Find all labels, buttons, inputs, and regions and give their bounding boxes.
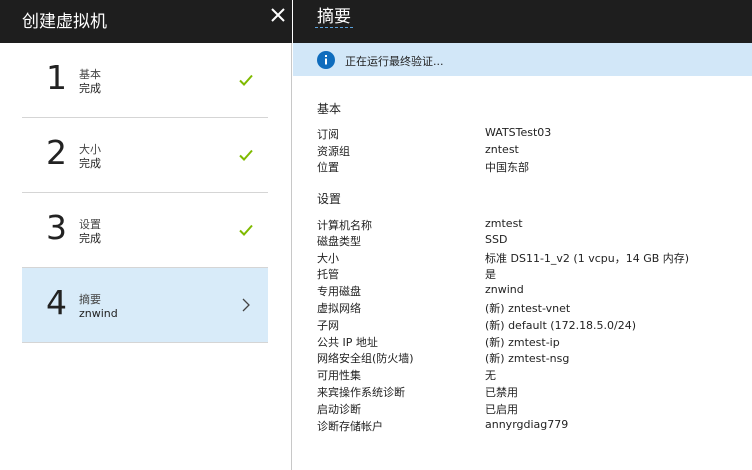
row-key: 子网 [317,319,339,332]
step-title: 设置 [79,218,101,231]
summary-row: 磁盘类型 SSD [317,233,737,249]
step-number: 1 [46,58,67,97]
section-title-basics: 基本 [317,102,342,116]
section-title-settings: 设置 [317,192,342,206]
row-value: 标准 DS11-1_v2 (1 vcpu，14 GB 内存) [485,252,690,265]
summary-row: 位置 中国东部 [317,159,737,175]
check-icon [238,147,254,163]
step-size[interactable]: 2 大小 完成 [22,118,268,193]
step-basics[interactable]: 1 基本 完成 [22,43,268,118]
summary-row: 大小 标准 DS11-1_v2 (1 vcpu，14 GB 内存) [317,250,737,266]
step-title: 基本 [79,68,101,81]
check-icon [238,72,254,88]
create-vm-blade: 创建虚拟机 1 基本 完成 2 大小 完成 3 设置 完成 4 摘要 znwin… [0,0,292,470]
row-key: 诊断存储帐户 [317,420,383,433]
row-key: 虚拟网络 [317,302,361,315]
blade-header: 创建虚拟机 [0,0,292,43]
step-status: 完成 [79,82,101,95]
step-status: 完成 [79,232,101,245]
summary-row: 订阅 WATSTest03 [317,126,737,142]
validation-banner: 正在运行最终验证... [293,43,752,76]
row-value: zntest [485,143,519,156]
banner-text: 正在运行最终验证... [345,55,444,68]
blade-title: 摘要 [315,7,353,28]
summary-row: 托管 是 [317,266,737,282]
row-key: 位置 [317,161,339,174]
row-value: SSD [485,233,508,246]
summary-row: 可用性集 无 [317,367,737,383]
row-value: 中国东部 [485,161,529,174]
row-value: (新) default (172.18.5.0/24) [485,319,637,332]
row-key: 订阅 [317,128,339,141]
row-value: zmtest [485,217,523,230]
row-key: 来宾操作系统诊断 [317,386,405,399]
check-icon [238,222,254,238]
row-value: WATSTest03 [485,126,552,139]
row-key: 公共 IP 地址 [317,336,378,349]
row-key: 磁盘类型 [317,235,361,248]
row-key: 大小 [317,252,339,265]
row-key: 计算机名称 [317,219,372,232]
wizard-steps: 1 基本 完成 2 大小 完成 3 设置 完成 4 摘要 znwind [22,43,268,343]
step-title: 大小 [79,143,101,156]
step-number: 3 [46,208,67,247]
chevron-right-icon [238,297,254,313]
step-title: 摘要 [79,293,101,306]
row-key: 托管 [317,268,339,281]
summary-blade: 摘要 正在运行最终验证... 基本 订阅 WATSTest03 资源组 znte… [293,0,752,470]
summary-row: 网络安全组(防火墙) (新) zmtest-nsg [317,350,737,366]
row-key: 可用性集 [317,369,361,382]
step-number: 4 [46,283,67,322]
row-value: 是 [485,268,496,281]
summary-row: 虚拟网络 (新) zntest-vnet [317,300,737,316]
row-value: (新) zntest-vnet [485,302,571,315]
summary-row: 启动诊断 已启用 [317,401,737,417]
row-key: 资源组 [317,145,350,158]
info-icon [317,51,335,69]
row-key: 网络安全组(防火墙) [317,352,414,365]
row-value: znwind [485,283,524,296]
summary-row: 来宾操作系统诊断 已禁用 [317,384,737,400]
row-value: 已禁用 [485,386,518,399]
close-icon[interactable] [269,6,287,24]
row-value: 已启用 [485,403,518,416]
step-settings[interactable]: 3 设置 完成 [22,193,268,268]
row-value: (新) zmtest-nsg [485,352,570,365]
step-status: znwind [79,307,118,320]
blade-header: 摘要 [293,0,752,43]
summary-row: 诊断存储帐户 annyrgdiag779 [317,418,737,434]
row-key: 启动诊断 [317,403,361,416]
summary-row: 子网 (新) default (172.18.5.0/24) [317,317,737,333]
summary-row: 计算机名称 zmtest [317,217,737,233]
row-key: 专用磁盘 [317,285,361,298]
summary-row: 公共 IP 地址 (新) zmtest-ip [317,334,737,350]
summary-row: 专用磁盘 znwind [317,283,737,299]
row-value: (新) zmtest-ip [485,336,560,349]
blade-title: 创建虚拟机 [22,12,107,32]
step-number: 2 [46,133,67,172]
step-status: 完成 [79,157,101,170]
row-value: 无 [485,369,496,382]
step-summary[interactable]: 4 摘要 znwind [22,268,268,343]
row-value: annyrgdiag779 [485,418,569,431]
summary-row: 资源组 zntest [317,143,737,159]
